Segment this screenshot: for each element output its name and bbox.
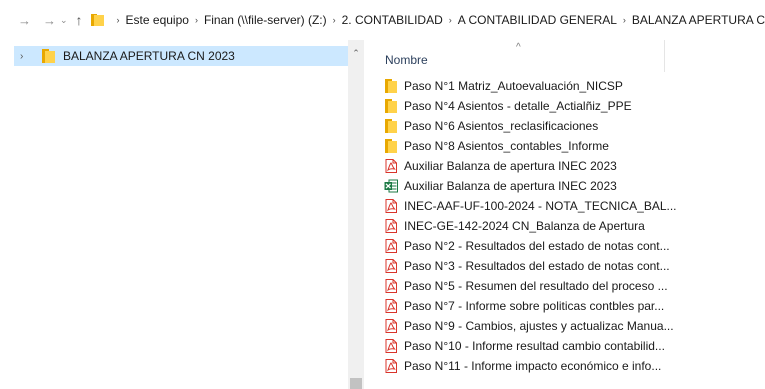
breadcrumb-separator-icon[interactable]: › (449, 15, 452, 25)
pdf-icon (384, 219, 398, 233)
tree-item-label: BALANZA APERTURA CN 2023 (63, 49, 235, 63)
file-name: Paso N°3 - Resultados del estado de nota… (404, 259, 670, 273)
breadcrumb-separator-icon[interactable]: › (195, 15, 198, 25)
file-name: Paso N°9 - Cambios, ajustes y actualizac… (404, 319, 674, 333)
file-name: Paso N°10 - Informe resultad cambio cont… (404, 339, 665, 353)
file-name: Paso N°6 Asientos_reclasificaciones (404, 119, 599, 133)
up-arrow-icon[interactable]: ↑ (76, 10, 83, 30)
breadcrumb-item[interactable]: 2. CONTABILIDAD (342, 13, 443, 27)
pdf-icon (384, 299, 398, 313)
file-row[interactable]: Paso N°11 - Informe impacto económico e … (384, 356, 764, 376)
file-name: INEC-AAF-UF-100-2024 - NOTA_TECNICA_BAL.… (404, 199, 677, 213)
file-row[interactable]: Paso N°6 Asientos_reclasificaciones (384, 116, 764, 136)
file-row[interactable]: Paso N°3 - Resultados del estado de nota… (384, 256, 764, 276)
recent-locations-dropdown-icon[interactable]: ⌄ (60, 10, 68, 30)
file-name: Auxiliar Balanza de apertura INEC 2023 (404, 179, 617, 193)
back-arrow-icon[interactable]: → (18, 10, 31, 30)
file-name: Auxiliar Balanza de apertura INEC 2023 (404, 159, 617, 173)
scroll-up-icon[interactable]: ⌃ (348, 48, 364, 60)
file-list: Paso N°1 Matriz_Autoevaluación_NICSP Paso… (384, 76, 764, 376)
address-bar: → → ⌄ ↑ › Este equipo › Finan (\\file-se… (0, 0, 765, 40)
folder-icon (384, 119, 398, 133)
breadcrumb-separator-icon[interactable]: › (117, 15, 120, 25)
breadcrumb-separator-icon[interactable]: › (623, 15, 626, 25)
file-name: Paso N°2 - Resultados del estado de nota… (404, 239, 670, 253)
file-row[interactable]: Auxiliar Balanza de apertura INEC 2023 (384, 156, 764, 176)
pdf-icon (384, 359, 398, 373)
folder-icon (90, 14, 105, 26)
file-row[interactable]: Paso N°8 Asientos_contables_Informe (384, 136, 764, 156)
file-row[interactable]: Auxiliar Balanza de apertura INEC 2023 (384, 176, 764, 196)
sort-ascending-icon: ^ (516, 42, 521, 53)
breadcrumb-item[interactable]: A CONTABILIDAD GENERAL (458, 13, 617, 27)
chevron-right-icon[interactable]: › (20, 51, 30, 62)
file-name: Paso N°1 Matriz_Autoevaluación_NICSP (404, 79, 623, 93)
pdf-icon (384, 319, 398, 333)
folder-icon (384, 79, 398, 93)
file-row[interactable]: Paso N°7 - Informe sobre politicas contb… (384, 296, 764, 316)
navigation-pane-scrollbar[interactable]: ⌃ (348, 40, 364, 389)
navigation-pane: › BALANZA APERTURA CN 2023 (0, 40, 348, 389)
file-row[interactable]: Paso N°9 - Cambios, ajustes y actualizac… (384, 316, 764, 336)
file-row[interactable]: Paso N°10 - Informe resultad cambio cont… (384, 336, 764, 356)
file-name: Paso N°4 Asientos - detalle_Actialñiz_PP… (404, 99, 632, 113)
folder-icon (384, 139, 398, 153)
scrollbar-thumb[interactable] (350, 378, 362, 389)
column-header-name[interactable]: Nombre (385, 53, 428, 67)
file-list-pane: ^ Nombre Paso N°1 Matriz_Autoevaluación_… (364, 40, 765, 389)
forward-arrow-icon[interactable]: → (43, 10, 56, 30)
pdf-icon (384, 159, 398, 173)
file-name: Paso N°11 - Informe impacto económico e … (404, 359, 662, 373)
file-name: INEC-GE-142-2024 CN_Balanza de Apertura (404, 219, 645, 233)
breadcrumb-item[interactable]: Este equipo (126, 13, 189, 27)
pdf-icon (384, 259, 398, 273)
breadcrumb-separator-icon[interactable]: › (333, 15, 336, 25)
column-divider[interactable] (664, 40, 665, 72)
file-row[interactable]: INEC-GE-142-2024 CN_Balanza de Apertura (384, 216, 764, 236)
tree-item-balanza-apertura[interactable]: › BALANZA APERTURA CN 2023 (14, 46, 348, 66)
excel-icon (384, 179, 398, 193)
file-name: Paso N°5 - Resumen del resultado del pro… (404, 279, 668, 293)
folder-icon (42, 49, 55, 63)
pdf-icon (384, 339, 398, 353)
pdf-icon (384, 239, 398, 253)
breadcrumb-item[interactable]: BALANZA APERTURA CN 2023 (632, 13, 765, 27)
file-name: Paso N°8 Asientos_contables_Informe (404, 139, 609, 153)
breadcrumb[interactable]: › Este equipo › Finan (\\file-server) (Z… (90, 9, 765, 31)
file-row[interactable]: INEC-AAF-UF-100-2024 - NOTA_TECNICA_BAL.… (384, 196, 764, 216)
file-row[interactable]: Paso N°1 Matriz_Autoevaluación_NICSP (384, 76, 764, 96)
file-row[interactable]: Paso N°5 - Resumen del resultado del pro… (384, 276, 764, 296)
file-name: Paso N°7 - Informe sobre politicas contb… (404, 299, 665, 313)
pdf-icon (384, 279, 398, 293)
folder-icon (384, 99, 398, 113)
pdf-icon (384, 199, 398, 213)
file-row[interactable]: Paso N°4 Asientos - detalle_Actialñiz_PP… (384, 96, 764, 116)
breadcrumb-item[interactable]: Finan (\\file-server) (Z:) (204, 13, 327, 27)
file-row[interactable]: Paso N°2 - Resultados del estado de nota… (384, 236, 764, 256)
